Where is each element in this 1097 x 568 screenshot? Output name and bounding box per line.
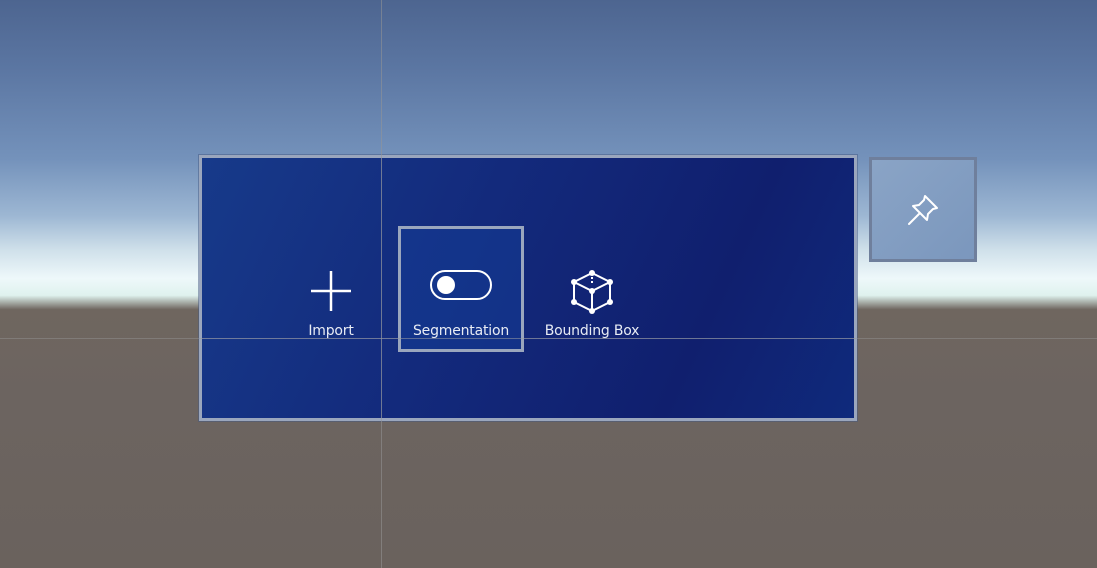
hand-menu-panel: Import Segmentation Bounding Box (199, 155, 857, 421)
3d-viewport: Import Segmentation Bounding Box (0, 0, 1097, 568)
viewport-guide-horizontal (0, 338, 1097, 339)
pin-button[interactable] (869, 157, 977, 262)
bounding-box-button[interactable]: Bounding Box (529, 226, 655, 352)
toggle-icon (430, 270, 492, 300)
plus-icon (311, 271, 351, 311)
import-label: Import (308, 323, 354, 339)
viewport-guide-vertical (381, 0, 382, 568)
segmentation-label: Segmentation (413, 323, 509, 339)
import-button[interactable]: Import (268, 226, 394, 352)
cube-icon (571, 270, 613, 314)
bounding-box-label: Bounding Box (544, 323, 640, 339)
segmentation-button[interactable]: Segmentation (398, 226, 524, 352)
pin-icon (908, 194, 938, 225)
